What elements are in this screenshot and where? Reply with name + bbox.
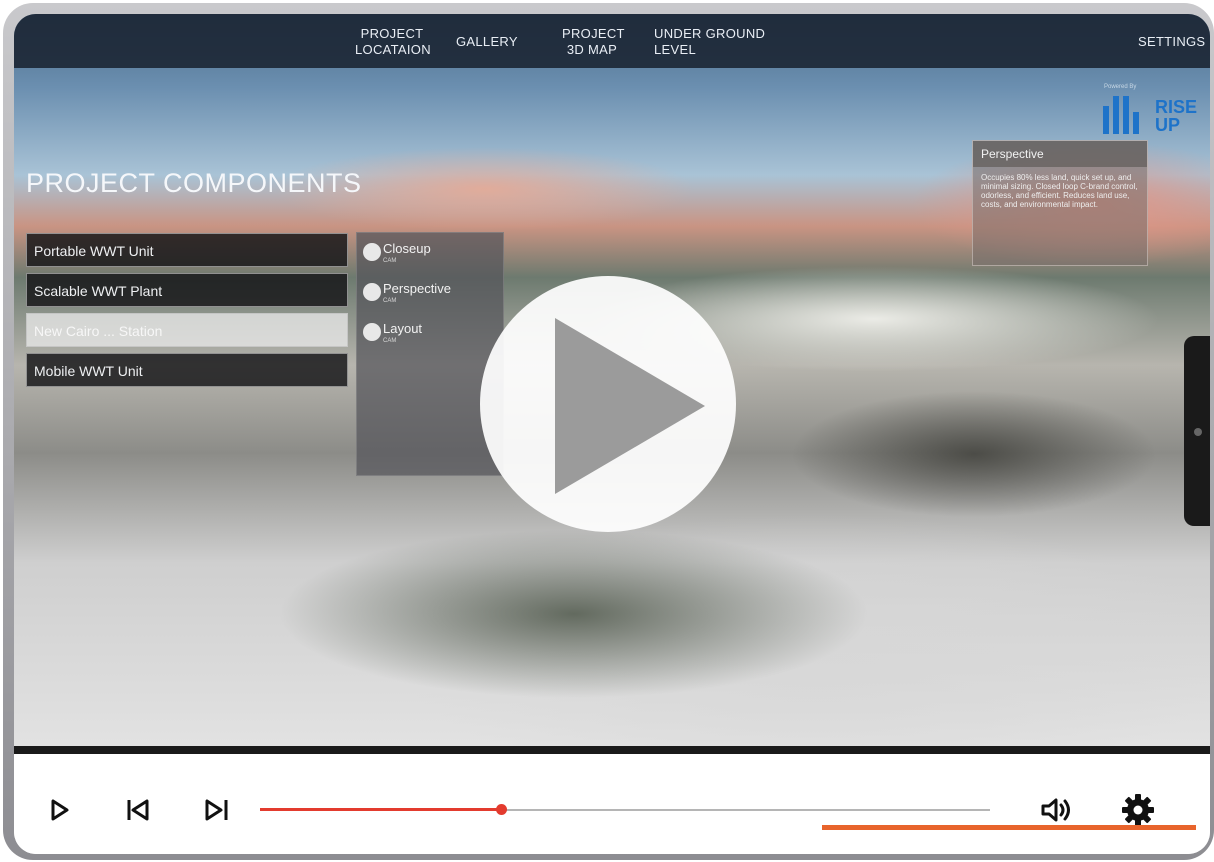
volume-icon <box>1041 798 1070 822</box>
camera-closeup[interactable]: Closeup CAM <box>363 237 503 271</box>
radio-icon <box>363 283 381 301</box>
gear-icon <box>1122 794 1154 826</box>
component-selected[interactable]: New Cairo ... Station <box>26 313 348 347</box>
previous-button[interactable] <box>126 798 152 827</box>
perspective-info-panel: Perspective Occupies 80% less land, quic… <box>972 140 1148 266</box>
radio-icon <box>363 323 381 341</box>
page-title: PROJECT COMPONENTS <box>26 168 362 198</box>
logo-text: RISE UP <box>1155 97 1198 135</box>
play-icon <box>51 799 69 821</box>
progress-scrubber[interactable] <box>495 804 507 815</box>
video-frame[interactable]: PROJECT LOCATAION GALLERY PROJECT 3D MAP… <box>14 14 1210 746</box>
logo-powered-by: Powered By <box>1104 84 1137 90</box>
screen: PROJECT LOCATAION GALLERY PROJECT 3D MAP… <box>14 14 1210 854</box>
rise-up-logo: Powered By RISE UP <box>1099 84 1199 144</box>
play-button[interactable] <box>50 798 70 827</box>
skip-forward-icon <box>205 799 228 821</box>
progress-fill <box>260 808 501 811</box>
logo-mark-icon <box>1103 96 1143 136</box>
perspective-title: Perspective <box>973 141 1147 167</box>
skip-back-icon <box>127 799 149 821</box>
orange-accent-bar <box>822 825 1196 830</box>
play-icon <box>555 318 705 494</box>
progress-track[interactable] <box>260 804 990 815</box>
component-scalable-wwt-plant[interactable]: Scalable WWT Plant <box>26 273 348 307</box>
perspective-description: Occupies 80% less land, quick set up, an… <box>981 173 1138 209</box>
nav-project-location[interactable]: PROJECT LOCATAION <box>355 26 431 58</box>
nav-underground-level[interactable]: UNDER GROUND LEVEL <box>654 26 765 58</box>
component-mobile-wwt-unit[interactable]: Mobile WWT Unit <box>26 353 348 387</box>
nav-gallery[interactable]: GALLERY <box>456 34 518 50</box>
player-controls <box>14 746 1210 854</box>
radio-icon <box>363 243 381 261</box>
component-portable-wwt-unit[interactable]: Portable WWT Unit <box>26 233 348 267</box>
play-overlay-button[interactable] <box>480 276 736 532</box>
nav-project-3d-map[interactable]: PROJECT 3D MAP <box>562 26 624 58</box>
side-handle <box>1184 336 1210 526</box>
top-navigation-bar: PROJECT LOCATAION GALLERY PROJECT 3D MAP… <box>14 14 1210 68</box>
next-button[interactable] <box>204 798 230 827</box>
nav-settings[interactable]: SETTINGS <box>1138 34 1205 50</box>
